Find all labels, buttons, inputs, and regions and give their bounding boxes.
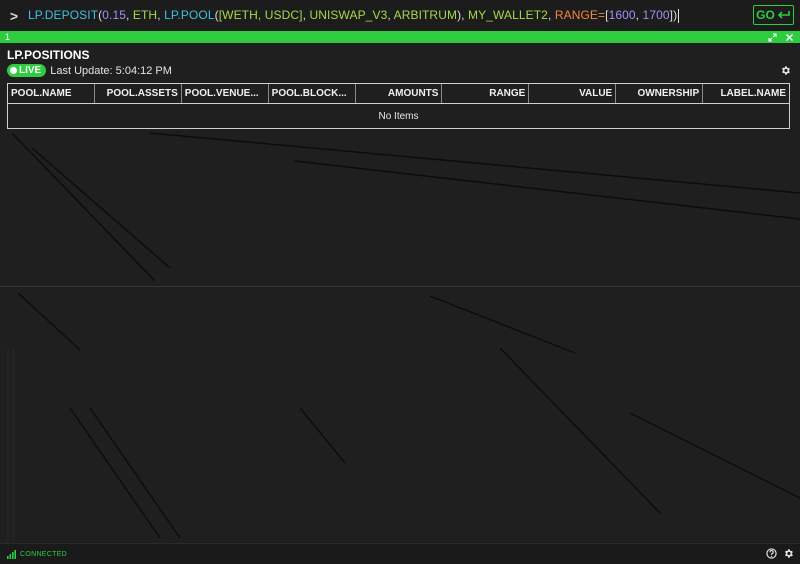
expand-arrows-icon[interactable] bbox=[768, 32, 777, 42]
column-header[interactable]: VALUE bbox=[529, 84, 617, 103]
column-header[interactable]: POOL.ASSETS bbox=[95, 84, 182, 103]
panel-header-bar: 1 bbox=[0, 31, 800, 43]
command-token: RANGE= bbox=[554, 8, 606, 23]
table-empty-state: No Items bbox=[8, 104, 789, 128]
command-token: LP.POOL bbox=[164, 8, 215, 23]
command-token: ]) bbox=[669, 8, 678, 23]
help-circle-icon[interactable] bbox=[766, 548, 777, 559]
command-token: UNISWAP_V3 bbox=[309, 8, 388, 23]
signal-bars-icon bbox=[7, 549, 16, 559]
command-token: 1600 bbox=[608, 8, 636, 23]
live-label: LIVE bbox=[19, 65, 42, 76]
live-dot-icon bbox=[10, 67, 17, 74]
command-token: MY_WALLET2 bbox=[468, 8, 548, 23]
command-token: 0.15 bbox=[102, 8, 127, 23]
command-token: LP.DEPOSIT bbox=[28, 8, 99, 23]
status-footer: CONNECTED bbox=[0, 543, 800, 564]
empty-text: No Items bbox=[378, 110, 419, 122]
go-button[interactable]: GO bbox=[753, 5, 794, 25]
close-icon[interactable] bbox=[785, 33, 794, 42]
positions-table: POOL.NAME POOL.ASSETS POOL.VENUE... POOL.BL… bbox=[7, 83, 790, 129]
column-header[interactable]: POOL.NAME bbox=[8, 84, 95, 103]
connection-status: CONNECTED bbox=[0, 549, 68, 559]
text-caret bbox=[678, 8, 680, 23]
go-button-label: GO bbox=[756, 8, 775, 22]
status-row: LIVE Last Update: 5:04:12 PM bbox=[7, 64, 172, 77]
command-token: 1700 bbox=[642, 8, 670, 23]
column-header[interactable]: LABEL.NAME bbox=[703, 84, 789, 103]
live-badge: LIVE bbox=[7, 64, 47, 77]
column-header[interactable]: POOL.VENUE... bbox=[182, 84, 269, 103]
panel-divider bbox=[0, 286, 800, 287]
table-header: POOL.NAME POOL.ASSETS POOL.VENUE... POOL.BL… bbox=[8, 84, 789, 104]
command-token: , bbox=[635, 8, 643, 23]
panel-id: 1 bbox=[5, 32, 11, 42]
prompt-chevron-icon: > bbox=[9, 7, 19, 24]
gear-icon[interactable] bbox=[783, 548, 794, 559]
command-token: , bbox=[547, 8, 555, 23]
column-header[interactable]: POOL.BLOCK... bbox=[269, 84, 356, 103]
command-token: ETH bbox=[132, 8, 158, 23]
lp-positions-panel: LP.POSITIONS LIVE Last Update: 5:04:12 P… bbox=[0, 43, 800, 543]
command-bar: > LP.DEPOSIT(0.15, ETH, LP.POOL([WETH, U… bbox=[0, 0, 800, 31]
enter-return-icon bbox=[777, 11, 790, 19]
panel-title: LP.POSITIONS bbox=[7, 48, 90, 62]
command-token: [WETH, USDC] bbox=[218, 8, 303, 23]
command-token: , bbox=[126, 8, 133, 23]
column-header[interactable]: RANGE bbox=[442, 84, 530, 103]
command-input[interactable]: LP.DEPOSIT(0.15, ETH, LP.POOL([WETH, USD… bbox=[28, 8, 680, 23]
last-update-text: Last Update: 5:04:12 PM bbox=[50, 64, 172, 77]
command-token: ), bbox=[457, 8, 469, 23]
column-header[interactable]: OWNERSHIP bbox=[616, 84, 704, 103]
command-token: ARBITRUM bbox=[393, 8, 458, 23]
column-header[interactable]: AMOUNTS bbox=[356, 84, 443, 103]
connection-label: CONNECTED bbox=[20, 550, 68, 558]
gear-icon[interactable] bbox=[780, 65, 791, 76]
